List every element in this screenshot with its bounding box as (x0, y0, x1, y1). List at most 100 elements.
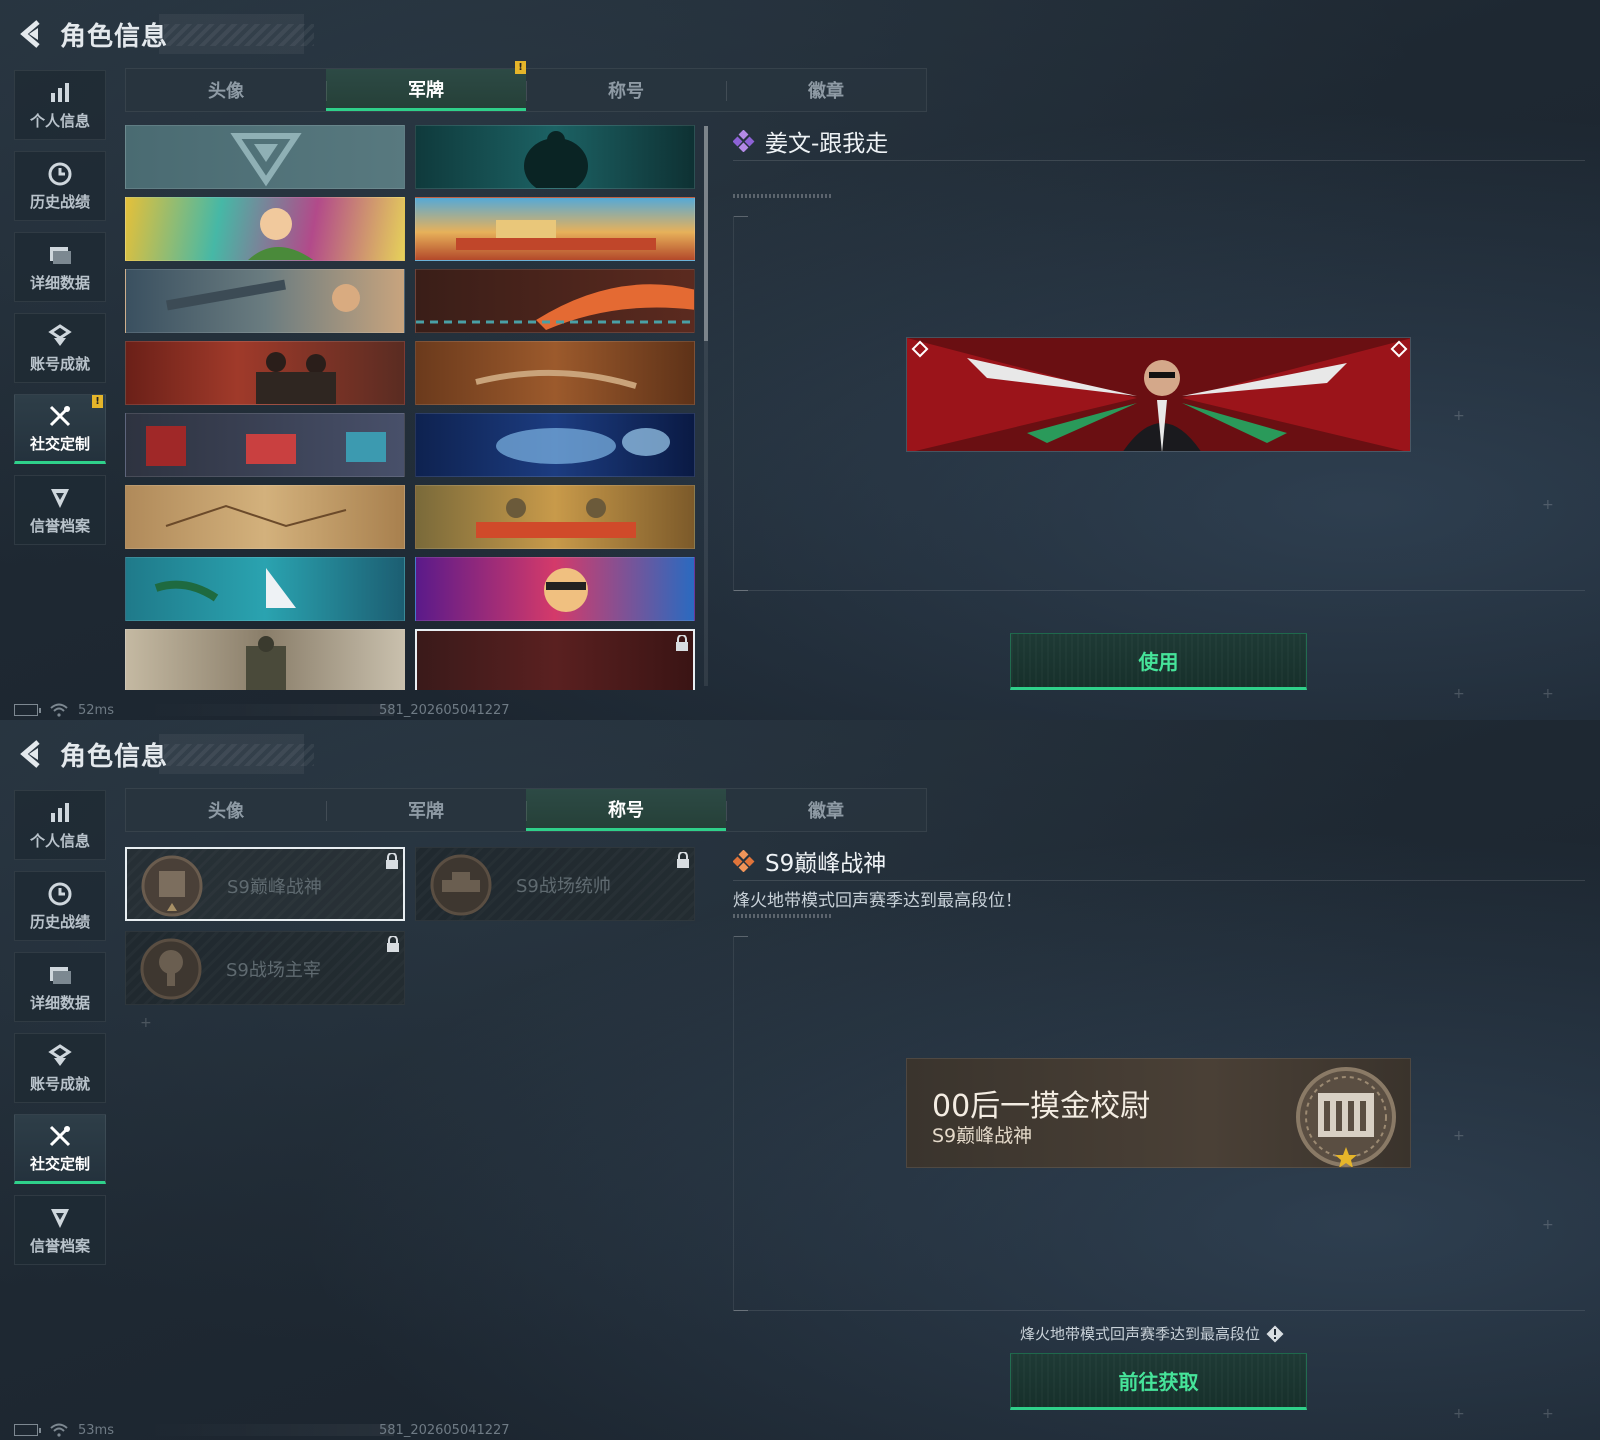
dogtag-item[interactable] (415, 269, 695, 333)
sidebar-item-history[interactable]: 历史战绩 (14, 871, 106, 941)
dogtag-item[interactable] (125, 197, 405, 261)
lock-icon (677, 852, 689, 868)
wifi-icon (50, 1423, 68, 1437)
sidebar-item-reputation[interactable]: 信誉档案 (14, 475, 106, 545)
folder-icon (47, 962, 73, 988)
tools-icon (47, 403, 73, 429)
sidebar: 个人信息 历史战绩 详细数据 账号成就 社交定制 信誉档案 (14, 790, 106, 1276)
sidebar-label: 历史战绩 (29, 912, 90, 931)
build-text: 581_202605041227 (379, 702, 510, 718)
dogtag-item[interactable] (415, 557, 695, 621)
dogtag-grid (125, 125, 695, 690)
back-arrow-icon[interactable] (14, 736, 50, 772)
dogtag-item[interactable] (415, 197, 695, 261)
rarity-diamond-icon (733, 130, 755, 152)
dogtag-item[interactable] (415, 413, 695, 477)
dogtag-item[interactable] (125, 629, 405, 690)
page-header: 角色信息 (14, 734, 314, 774)
ping-text: 53ms (78, 1422, 114, 1438)
dogtag-item[interactable] (125, 557, 405, 621)
divider (733, 880, 1585, 881)
sidebar-label: 详细数据 (29, 273, 90, 292)
dogtag-item[interactable] (125, 125, 405, 189)
status-fade (144, 1424, 394, 1436)
decor-plus: + (1542, 686, 1554, 702)
tab-label: 军牌 (408, 79, 444, 101)
medal-icon (430, 854, 492, 916)
status-fade (144, 704, 394, 716)
sidebar-item-details[interactable]: 详细数据 (14, 952, 106, 1022)
screen-titles: + + + + + 角色信息 个人信息 历史战绩 详细数据 账号成就 社交定制 (0, 720, 1600, 1440)
sidebar-item-achievements[interactable]: 账号成就 (14, 313, 106, 383)
decor-plus: + (140, 1015, 152, 1031)
sidebar-item-details[interactable]: 详细数据 (14, 232, 106, 302)
battery-icon (14, 704, 41, 716)
title-preview: 00后一摸金校尉 S9巅峰战神 (906, 1058, 1411, 1168)
tab-dogtag[interactable]: 军牌 ! (326, 61, 526, 111)
title-card-selected[interactable]: S9巅峰战神 (125, 847, 405, 921)
lock-icon (387, 936, 399, 952)
dogtag-item[interactable] (415, 485, 695, 549)
sidebar-item-profile[interactable]: 个人信息 (14, 790, 106, 860)
shield-icon (47, 1205, 73, 1231)
shield-icon (47, 485, 73, 511)
dogtag-item[interactable] (415, 341, 695, 405)
tab-dogtag[interactable]: 军牌 (326, 789, 526, 831)
sidebar-item-reputation[interactable]: 信誉档案 (14, 1195, 106, 1265)
achievement-icon (47, 323, 73, 349)
detail-title: 姜文-跟我走 (733, 124, 888, 158)
decor-bar (733, 194, 833, 198)
back-arrow-icon[interactable] (14, 16, 50, 52)
title-card[interactable]: S9战场统帅 (415, 847, 695, 921)
decor-plus: + (1542, 1406, 1554, 1422)
tab-badge[interactable]: 徽章 (726, 789, 926, 831)
dogtag-item[interactable] (125, 413, 405, 477)
notice-badge: ! (92, 395, 103, 408)
detail-description: 烽火地带模式回声赛季达到最高段位！ (733, 891, 1022, 911)
lock-icon (386, 853, 398, 869)
ping-text: 52ms (78, 702, 114, 718)
detail-title: S9巅峰战神 (733, 844, 886, 878)
tab-badge[interactable]: 徽章 (726, 69, 926, 111)
dogtag-item[interactable] (415, 125, 695, 189)
page-header: 角色信息 (14, 14, 314, 54)
sidebar-item-achievements[interactable]: 账号成就 (14, 1033, 106, 1103)
battery-icon (14, 1424, 41, 1436)
detail-name: 姜文-跟我走 (765, 131, 889, 157)
tab-bar: 头像 军牌 ! 称号 徽章 (125, 61, 927, 112)
sidebar-label: 社交定制 (29, 1154, 90, 1173)
screen-dogtags: + + + + 角色信息 个人信息 历史战绩 详细数据 账号成就 ! 社交定制 (0, 0, 1600, 720)
tab-title[interactable]: 称号 (526, 69, 726, 111)
info-icon[interactable] (1266, 1325, 1284, 1343)
scrollbar-thumb[interactable] (704, 126, 708, 341)
status-bar: 52ms 581_202605041227 (14, 701, 534, 719)
divider (733, 590, 1585, 591)
sidebar-label: 历史战绩 (29, 192, 90, 211)
dogtag-item-selected[interactable] (415, 629, 695, 690)
sidebar-label: 详细数据 (29, 993, 90, 1012)
build-text: 581_202605041227 (379, 1422, 510, 1438)
tab-avatar[interactable]: 头像 (126, 69, 326, 111)
header-stripes (164, 24, 314, 46)
dogtag-item[interactable] (125, 269, 405, 333)
divider (733, 160, 1585, 161)
tab-avatar[interactable]: 头像 (126, 789, 326, 831)
clock-icon (47, 161, 73, 187)
sidebar-item-profile[interactable]: 个人信息 (14, 70, 106, 140)
dogtag-item[interactable] (125, 341, 405, 405)
tab-title[interactable]: 称号 (526, 789, 726, 831)
sidebar-item-social[interactable]: 社交定制 (14, 1114, 106, 1184)
sidebar-item-social[interactable]: ! 社交定制 (14, 394, 106, 464)
go-obtain-button[interactable]: 前往获取 (1010, 1353, 1307, 1410)
grid-scrollbar[interactable] (704, 126, 708, 686)
dogtag-preview (906, 337, 1411, 452)
use-button[interactable]: 使用 (1010, 633, 1307, 690)
sidebar-item-history[interactable]: 历史战绩 (14, 151, 106, 221)
medal-icon (140, 938, 202, 1000)
hint-text: 烽火地带模式回声赛季达到最高段位 (1020, 1325, 1261, 1343)
notice-badge: ! (515, 61, 526, 74)
achievement-icon (47, 1043, 73, 1069)
title-card[interactable]: S9战场主宰 (125, 931, 405, 1005)
dogtag-item[interactable] (125, 485, 405, 549)
medal-icon (141, 855, 203, 917)
